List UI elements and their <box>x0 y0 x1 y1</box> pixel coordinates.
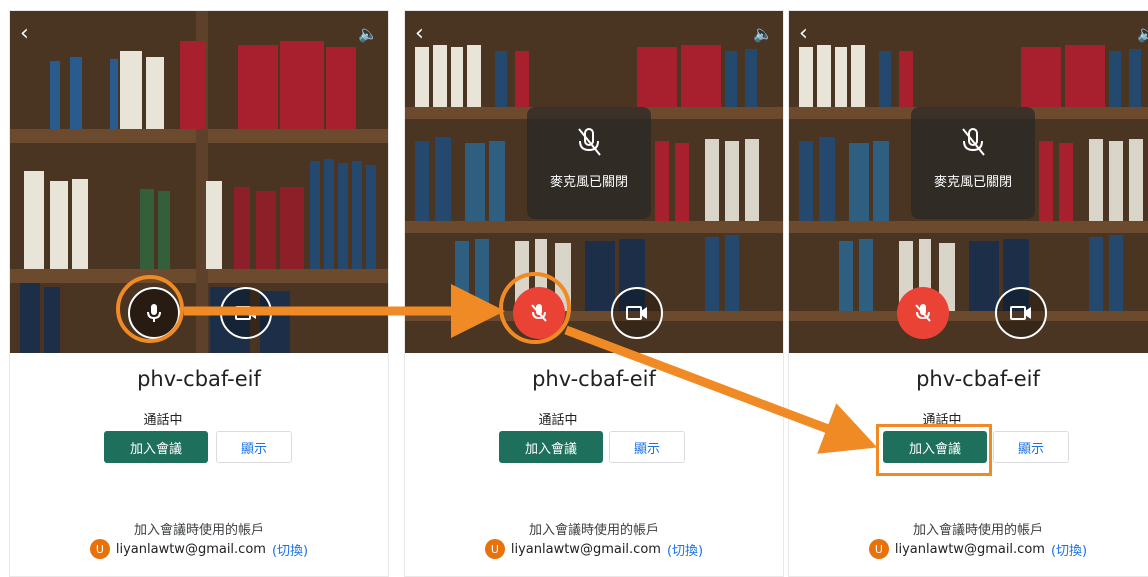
account-email: liyanlawtw@gmail.com <box>894 541 1045 557</box>
account-label: 加入會議時使用的帳戶 <box>912 523 1043 538</box>
highlight-mic-panel-1 <box>116 275 184 343</box>
bookshelf-image <box>10 11 388 353</box>
camera-icon <box>626 306 647 320</box>
camera-toggle-button[interactable] <box>995 287 1047 339</box>
mic-muted-toast: 麥克風已關閉 <box>911 107 1035 219</box>
meeting-code: phv-cbaf-eif <box>137 367 261 391</box>
account-row: U liyanlawtw@gmail.com (切換) <box>789 539 1148 559</box>
account-label: 加入會議時使用的帳戶 <box>528 523 659 538</box>
microphone-toggle-button[interactable] <box>897 287 949 339</box>
account-row: U liyanlawtw@gmail.com (切換) <box>405 539 783 559</box>
join-meeting-button[interactable]: 加入會議 <box>104 431 208 463</box>
mute-toast-text: 麥克風已關閉 <box>549 175 628 190</box>
mic-muted-toast: 麥克風已關閉 <box>527 107 651 219</box>
volume-icon[interactable]: 🔈 <box>358 23 378 45</box>
account-label: 加入會議時使用的帳戶 <box>133 523 264 538</box>
meeting-code: phv-cbaf-eif <box>916 367 1040 391</box>
volume-icon[interactable]: 🔈 <box>753 23 773 45</box>
microphone-off-icon <box>962 128 985 156</box>
meet-preview-panel-3: ‹ 🔈 麥克風已關閉 phv-cbaf-eif 通話中 加入會議 顯示 加入會議… <box>788 10 1148 577</box>
meeting-code: phv-cbaf-eif <box>532 367 656 391</box>
back-arrow-icon[interactable]: ‹ <box>20 23 29 45</box>
camera-preview: ‹ 🔈 <box>10 11 388 353</box>
volume-icon[interactable]: 🔈 <box>1137 23 1148 45</box>
show-button[interactable]: 顯示 <box>993 431 1069 463</box>
highlight-mic-panel-2 <box>499 272 571 344</box>
avatar: U <box>89 539 110 559</box>
switch-account-link[interactable]: (切換) <box>272 540 308 559</box>
avatar: U <box>484 539 505 559</box>
account-email: liyanlawtw@gmail.com <box>115 541 266 557</box>
back-arrow-icon[interactable]: ‹ <box>415 23 424 45</box>
microphone-off-icon <box>578 128 601 156</box>
microphone-off-icon <box>915 304 931 322</box>
camera-toggle-button[interactable] <box>611 287 663 339</box>
meet-preview-panel-1: ‹ 🔈 phv-cbaf-eif 通話中 加入會議 顯示 加入會議時使用的帳戶 … <box>9 10 389 577</box>
mute-toast-text: 麥克風已關閉 <box>933 175 1012 190</box>
join-meeting-button[interactable]: 加入會議 <box>499 431 603 463</box>
back-arrow-icon[interactable]: ‹ <box>799 23 808 45</box>
avatar: U <box>868 539 889 559</box>
meet-preview-panel-2: ‹ 🔈 麥克風已關閉 phv-cbaf-eif 通話中 加入會議 顯示 加入會議… <box>404 10 784 577</box>
camera-preview: ‹ 🔈 麥克風已關閉 <box>789 11 1148 353</box>
account-email: liyanlawtw@gmail.com <box>510 541 661 557</box>
call-status: 通話中 <box>143 413 183 428</box>
account-row: U liyanlawtw@gmail.com (切換) <box>10 539 388 559</box>
show-button[interactable]: 顯示 <box>216 431 292 463</box>
switch-account-link[interactable]: (切換) <box>1051 540 1087 559</box>
highlight-join-button-panel-3 <box>876 424 992 476</box>
camera-toggle-button[interactable] <box>220 287 272 339</box>
camera-icon <box>235 306 256 320</box>
call-status: 通話中 <box>538 413 578 428</box>
camera-icon <box>1010 306 1031 320</box>
show-button[interactable]: 顯示 <box>609 431 685 463</box>
switch-account-link[interactable]: (切換) <box>667 540 703 559</box>
camera-preview: ‹ 🔈 麥克風已關閉 <box>405 11 783 353</box>
